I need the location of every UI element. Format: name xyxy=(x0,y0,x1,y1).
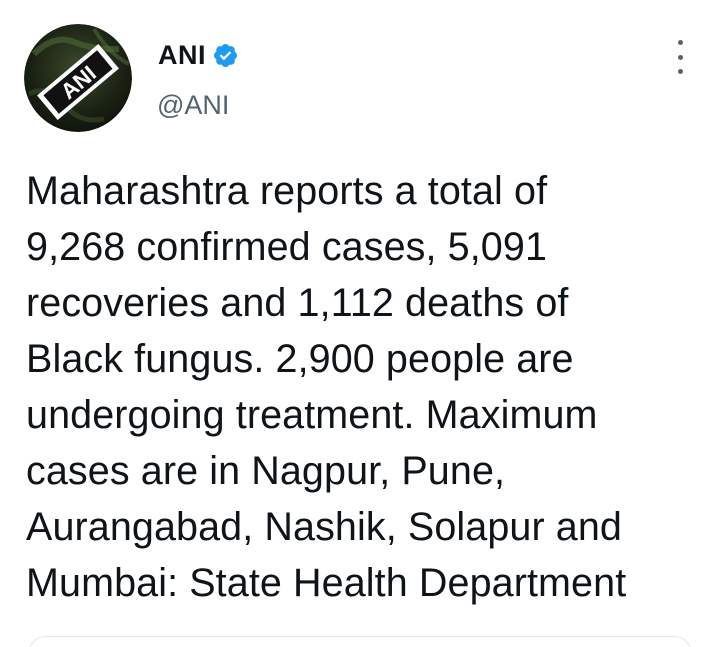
tweet-text-line: recoveries and 1,112 deaths of xyxy=(26,281,569,325)
tweet-text-line: Aurangabad, Nashik, Solapur and xyxy=(26,505,623,549)
display-name[interactable]: ANI xyxy=(158,40,206,71)
handle[interactable]: @ANI xyxy=(157,90,229,121)
tweet-text-line: undergoing treatment. Maximum xyxy=(26,393,598,437)
more-options-button[interactable] xyxy=(668,40,692,74)
tweet-text-line: cases are in Nagpur, Pune, xyxy=(26,449,506,493)
avatar[interactable]: ANI xyxy=(24,24,132,132)
more-vertical-icon-dot xyxy=(677,54,683,60)
more-vertical-icon-dot xyxy=(677,69,683,74)
tweet-text: Maharashtra reports a total of 9,268 con… xyxy=(26,163,706,611)
ani-logo-icon: ANI xyxy=(24,24,132,132)
verified-badge-icon xyxy=(213,43,238,67)
tweet-text-line: Mumbai: State Health Department xyxy=(26,561,627,605)
tweet-text-line: Maharashtra reports a total of xyxy=(26,169,548,213)
tweet-text-line: 9,268 confirmed cases, 5,091 xyxy=(26,225,548,269)
tweet: ANI ANI @ANI Maharashtra reports a total… xyxy=(0,0,720,647)
media-card[interactable] xyxy=(28,636,692,647)
more-vertical-icon xyxy=(677,40,683,45)
tweet-text-line: Black fungus. 2,900 people are xyxy=(26,337,574,381)
author-name-row[interactable]: ANI xyxy=(158,40,239,70)
